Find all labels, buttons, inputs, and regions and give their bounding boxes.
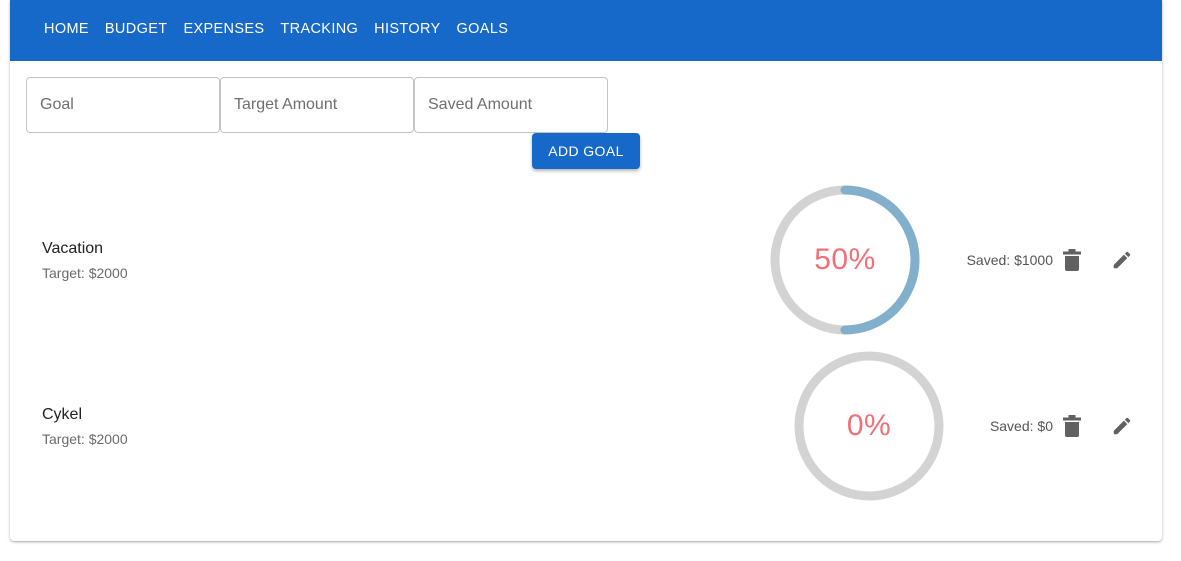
progress-ring: 0% [793,350,945,502]
nav-goals[interactable]: GOALS [449,0,517,61]
nav-tracking[interactable]: TRACKING [272,0,366,61]
add-goal-button[interactable]: ADD GOAL [532,133,640,169]
target-amount-input[interactable] [221,78,413,132]
edit-button[interactable] [1108,246,1136,274]
progress-ring: 50% [769,184,921,336]
saved-amount-field [414,77,608,133]
nav-expenses[interactable]: EXPENSES [175,0,272,61]
pencil-icon [1113,417,1131,435]
goal-target: Target: $2000 [42,265,128,281]
progress-percent: 50% [814,243,876,276]
nav-home[interactable]: HOME [36,0,97,61]
progress-percent: 0% [846,409,892,442]
edit-button[interactable] [1108,412,1136,440]
delete-button[interactable] [1058,246,1086,274]
trash-icon [1063,415,1081,437]
delete-button[interactable] [1058,412,1086,440]
goal-name: Cykel [42,406,83,423]
saved-amount-input[interactable] [415,78,607,132]
top-app-bar: HOME BUDGET EXPENSES TRACKING HISTORY GO… [10,0,1162,61]
goal-field [26,77,220,133]
goal-item: Vacation Target: $2000 50% Saved: $1000 [0,180,1181,340]
trash-icon [1063,249,1081,271]
goal-input[interactable] [27,78,219,132]
goal-target: Target: $2000 [42,431,128,447]
saved-amount-text: Saved: $0 [989,418,1053,434]
goal-name: Vacation [42,240,104,257]
nav-budget[interactable]: BUDGET [97,0,176,61]
nav-history[interactable]: HISTORY [366,0,448,61]
pencil-icon [1113,251,1131,269]
saved-amount-text: Saved: $1000 [966,252,1053,268]
target-amount-field [220,77,414,133]
goal-item: Cykel Target: $2000 0% Saved: $0 [0,346,1181,506]
